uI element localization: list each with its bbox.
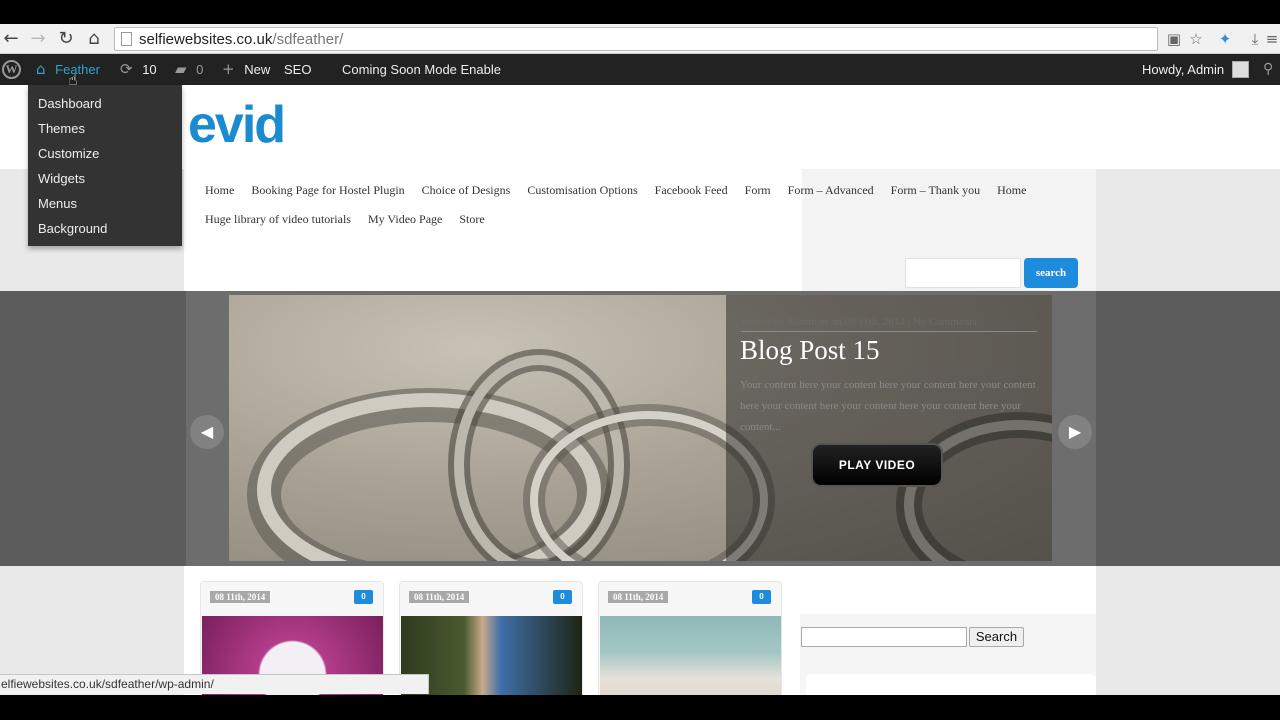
card-date: 08 11th, 2014 bbox=[608, 591, 669, 603]
seo-menu[interactable]: SEO bbox=[284, 54, 311, 85]
nav-item[interactable]: Home bbox=[205, 183, 234, 212]
card-comments-badge[interactable]: 0 bbox=[553, 590, 572, 604]
new-content-menu[interactable]: + New bbox=[222, 54, 270, 85]
comments-menu[interactable]: ▰ 0 bbox=[175, 54, 203, 85]
updates-count: 10 bbox=[142, 62, 157, 77]
coming-soon-toggle[interactable]: Coming Soon Mode Enable bbox=[342, 54, 501, 85]
nav-item[interactable]: My Video Page bbox=[368, 212, 442, 241]
back-arrow-icon[interactable]: ← bbox=[0, 28, 22, 50]
nav-item[interactable]: Form bbox=[745, 183, 771, 212]
sidebar-search-input[interactable] bbox=[801, 627, 967, 647]
header-search-button[interactable]: search bbox=[1024, 258, 1078, 288]
card-comments-badge[interactable]: 0 bbox=[752, 590, 771, 604]
wp-admin-bar: W ⌂ Feather ⟳ 10 ▰ 0 + New SEO Coming So… bbox=[0, 54, 1280, 85]
address-bar[interactable]: selfiewebsites.co.uk/sdfeather/ bbox=[114, 27, 1158, 51]
site-name-dropdown: Dashboard Themes Customize Widgets Menus… bbox=[28, 85, 182, 246]
nav-item[interactable]: Huge library of video tutorials bbox=[205, 212, 351, 241]
plus-icon: + bbox=[222, 60, 235, 78]
post-meta: Posted by Admin in on 08 11th, 2014 | No… bbox=[741, 316, 1037, 332]
header-search-input[interactable] bbox=[905, 258, 1021, 288]
updates-menu[interactable]: ⟳ 10 bbox=[120, 54, 157, 85]
browser-toolbar: ← → ↻ ⌂ selfiewebsites.co.uk/sdfeather/ … bbox=[0, 24, 1280, 54]
comment-bubble-icon: ▰ bbox=[175, 60, 187, 78]
new-label: New bbox=[244, 62, 271, 77]
howdy-account-menu[interactable]: Howdy, Admin bbox=[1142, 54, 1224, 85]
sidebar-search-button[interactable]: Search bbox=[969, 627, 1024, 647]
card-image-cake[interactable] bbox=[600, 616, 781, 695]
forward-arrow-icon[interactable]: → bbox=[27, 28, 49, 50]
wordpress-logo-icon[interactable]: W bbox=[2, 60, 21, 79]
card-date: 08 11th, 2014 bbox=[210, 591, 271, 603]
search-icon[interactable]: ⚲ bbox=[1263, 54, 1273, 85]
site-logo[interactable]: evid bbox=[188, 95, 286, 155]
extension-puzzle-icon[interactable]: ✦ bbox=[1215, 29, 1235, 49]
post-card[interactable]: 08 11th, 2014 0 bbox=[598, 581, 782, 695]
play-video-button[interactable]: PLAY VIDEO bbox=[811, 443, 943, 487]
nav-item[interactable]: Facebook Feed bbox=[655, 183, 728, 212]
primary-navigation: Home Booking Page for Hostel Plugin Choice… bbox=[205, 183, 1065, 241]
bookmark-star-icon[interactable]: ☆ bbox=[1186, 29, 1206, 49]
nav-item[interactable]: Choice of Designs bbox=[422, 183, 511, 212]
reload-icon[interactable]: ↻ bbox=[55, 28, 77, 50]
avatar[interactable] bbox=[1232, 61, 1249, 78]
post-title[interactable]: Blog Post 15 bbox=[740, 335, 880, 366]
dropdown-item-menus[interactable]: Menus bbox=[28, 191, 182, 216]
home-icon: ⌂ bbox=[36, 60, 46, 78]
page-icon bbox=[121, 32, 132, 46]
home-icon[interactable]: ⌂ bbox=[83, 28, 105, 50]
slider-next-icon[interactable]: ▶ bbox=[1058, 415, 1092, 449]
nav-item[interactable]: Form – Thank you bbox=[891, 183, 980, 212]
nav-item[interactable]: Customisation Options bbox=[527, 183, 637, 212]
dropdown-item-themes[interactable]: Themes bbox=[28, 116, 182, 141]
post-excerpt: Your content here your content here your… bbox=[740, 379, 1036, 433]
dropdown-item-dashboard[interactable]: Dashboard bbox=[28, 91, 182, 116]
screen: ← → ↻ ⌂ selfiewebsites.co.uk/sdfeather/ … bbox=[0, 0, 1280, 720]
updates-icon: ⟳ bbox=[120, 60, 133, 78]
nav-item[interactable]: Home bbox=[997, 183, 1026, 212]
sidebar-widget bbox=[806, 674, 1096, 695]
site-frontend: evid Home Booking Page for Hostel Plugin C… bbox=[0, 85, 1280, 695]
card-comments-badge[interactable]: 0 bbox=[354, 590, 373, 604]
comments-count: 0 bbox=[196, 62, 204, 77]
nav-item[interactable]: Booking Page for Hostel Plugin bbox=[251, 183, 404, 212]
extension-icon[interactable]: ▣ bbox=[1164, 29, 1184, 49]
dropdown-item-background[interactable]: Background bbox=[28, 216, 182, 241]
nav-item[interactable]: Store bbox=[459, 212, 484, 241]
nav-item[interactable]: Form – Advanced bbox=[788, 183, 874, 212]
browser-status-bar: elfiewebsites.co.uk/sdfeather/wp-admin/ bbox=[0, 674, 429, 694]
card-date: 08 11th, 2014 bbox=[409, 591, 470, 603]
slider-prev-icon[interactable]: ◀ bbox=[190, 415, 224, 449]
menu-icon[interactable]: ≡ bbox=[1262, 29, 1280, 49]
dropdown-item-widgets[interactable]: Widgets bbox=[28, 166, 182, 191]
url-text: selfiewebsites.co.uk/sdfeather/ bbox=[139, 31, 344, 48]
sidebar-top-widget bbox=[800, 566, 1096, 614]
dropdown-item-customize[interactable]: Customize bbox=[28, 141, 182, 166]
